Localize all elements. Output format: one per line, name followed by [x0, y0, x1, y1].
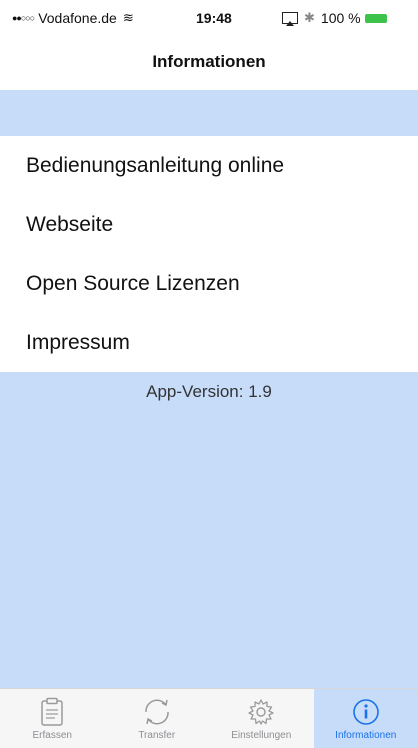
nav-bar: Informationen	[0, 36, 418, 88]
gear-icon	[246, 697, 276, 727]
tab-label: Erfassen	[33, 730, 72, 741]
tab-erfassen[interactable]: Erfassen	[0, 689, 105, 748]
menu-item-label: Bedienungsanleitung online	[26, 154, 284, 178]
wifi-icon: ≋	[123, 10, 134, 26]
tab-label: Transfer	[138, 730, 175, 741]
tab-transfer[interactable]: Transfer	[105, 689, 210, 748]
tab-label: Einstellungen	[231, 730, 291, 741]
tab-label: Informationen	[335, 730, 396, 741]
battery-percent: 100 %	[321, 10, 361, 26]
tab-bar: Erfassen Transfer Einstellungen Informat…	[0, 688, 418, 748]
menu-item-website[interactable]: Webseite	[0, 195, 418, 254]
bluetooth-icon: ✱	[304, 10, 315, 26]
status-right: ✱ 100 %	[282, 10, 387, 26]
menu-item-label: Impressum	[26, 331, 130, 355]
menu-item-licenses[interactable]: Open Source Lizenzen	[0, 254, 418, 313]
menu-list: Bedienungsanleitung online Webseite Open…	[0, 136, 418, 372]
airplay-icon	[282, 12, 298, 24]
carrier-label: Vodafone.de	[38, 10, 117, 26]
menu-item-imprint[interactable]: Impressum	[0, 313, 418, 372]
clipboard-icon	[39, 697, 65, 727]
signal-icon: ●●○○○	[12, 13, 34, 23]
menu-item-manual[interactable]: Bedienungsanleitung online	[0, 136, 418, 195]
app-version: App-Version: 1.9	[0, 382, 418, 402]
status-left: ●●○○○ Vodafone.de ≋	[12, 10, 134, 26]
menu-item-label: Open Source Lizenzen	[26, 272, 240, 296]
tab-einstellungen[interactable]: Einstellungen	[209, 689, 314, 748]
status-bar: ●●○○○ Vodafone.de ≋ 19:48 ✱ 100 %	[0, 0, 418, 36]
tab-informationen[interactable]: Informationen	[314, 689, 418, 748]
refresh-icon	[140, 697, 174, 727]
status-time: 19:48	[196, 10, 232, 26]
menu-item-label: Webseite	[26, 213, 113, 237]
page-title: Informationen	[152, 52, 265, 72]
battery-icon	[365, 14, 387, 23]
info-icon	[351, 697, 381, 727]
